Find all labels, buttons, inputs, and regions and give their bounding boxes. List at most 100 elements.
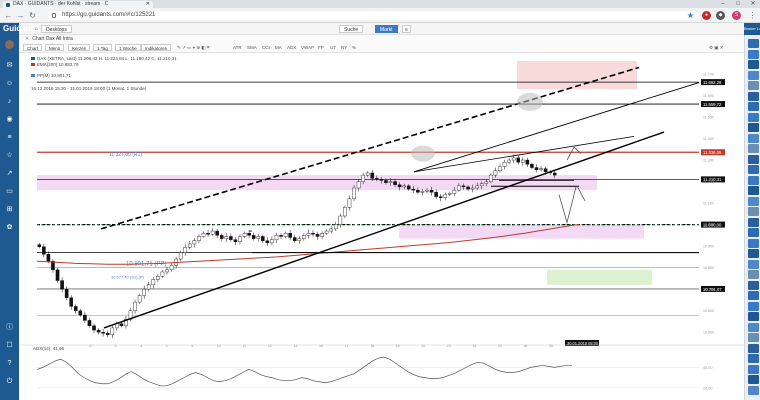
tool-adx[interactable]: ADX	[287, 44, 296, 51]
sidebar-widget-icon[interactable]	[748, 343, 759, 353]
sidebar-widget-icon[interactable]	[748, 49, 759, 59]
maximize-button[interactable]: □	[731, 0, 745, 8]
user-icon[interactable]: ☺	[5, 79, 14, 88]
sidebar-widget-icon[interactable]	[748, 364, 759, 374]
sidebar-widget-icon[interactable]	[748, 312, 759, 321]
toolbar-chart-button[interactable]: Chart	[23, 44, 43, 51]
menu-icon[interactable]: ≡	[402, 25, 411, 33]
desktops-button[interactable]: Desktops	[41, 25, 72, 33]
tab-close-icon[interactable]: ✕	[146, 1, 150, 8]
sidebar-widget-icon[interactable]	[748, 385, 759, 395]
close-window-button[interactable]: ✕	[746, 0, 760, 8]
sidebar-widget-icon[interactable]	[748, 207, 759, 216]
sidebar-widget-icon[interactable]	[748, 102, 759, 111]
sidebar-widget-icon[interactable]	[748, 375, 759, 384]
tool-ny[interactable]: NY	[341, 44, 347, 51]
forward-icon[interactable]: →	[16, 11, 25, 20]
sidebar-widget-icon[interactable]	[748, 333, 759, 342]
chart-tab[interactable]: ✕ Chart Dax All Intra	[25, 36, 73, 43]
grid-icon[interactable]: ⊞	[5, 205, 14, 214]
message-icon[interactable]: ☐	[5, 341, 14, 350]
broker-login-button[interactable]: Broker Login	[744, 23, 760, 35]
sidebar-widget-icon[interactable]	[748, 154, 759, 164]
browser-menu-icon[interactable]: ⋮	[748, 11, 757, 20]
power-icon[interactable]: ⏻	[5, 377, 14, 386]
url-field[interactable]: https://go.guidants.com/#!c/125221	[48, 11, 698, 20]
price-chart[interactable]: 11.327,80 (R1)10.801,71 (PP)10.577,40 (S…	[19, 53, 744, 400]
x-tick-label: 26	[523, 344, 527, 348]
sidebar-widget-icon[interactable]	[748, 322, 759, 332]
list-icon[interactable]: ≡	[5, 133, 14, 142]
tool-fp[interactable]: FP	[318, 44, 324, 51]
tool-atr[interactable]: ATR	[233, 44, 242, 51]
toolbar-1week-button[interactable]: 1 Woche	[115, 44, 141, 51]
chart-area[interactable]: 11.327,80 (R1) 10.801,71 (PP) 10.577,40 (S…	[19, 53, 744, 400]
sidebar-widget-icon[interactable]	[748, 249, 759, 258]
sidebar-widget-icon[interactable]	[748, 91, 759, 101]
star-icon[interactable]: ☆	[5, 151, 14, 160]
tool-sma[interactable]: SMA	[247, 44, 257, 51]
info-icon[interactable]: ⓘ	[5, 323, 14, 332]
monitor-icon[interactable]: ▭	[5, 187, 14, 196]
candle-body	[169, 265, 174, 271]
bell-icon[interactable]: ♪	[5, 97, 14, 106]
search-button[interactable]: Suche	[339, 25, 364, 33]
sidebar-widget-icon[interactable]	[748, 259, 759, 269]
chat-icon[interactable]: ✉	[5, 61, 14, 70]
sidebar-widget-icon[interactable]	[748, 144, 759, 153]
toolbar-candles-button[interactable]: Kerzen	[68, 44, 91, 51]
toolbar-indicators-button[interactable]: Indikatoren	[141, 44, 172, 51]
sidebar-widget-icon[interactable]	[748, 175, 759, 185]
sidebar-widget-icon[interactable]	[748, 270, 759, 279]
tool-cci[interactable]: CCI	[262, 44, 270, 51]
market-button[interactable]: Markt	[375, 25, 398, 33]
candle-body	[466, 186, 470, 190]
profile-avatar-icon[interactable]: S	[732, 11, 741, 20]
bookmark-star-icon[interactable]: ★	[686, 11, 695, 20]
sidebar-widget-icon[interactable]	[748, 165, 759, 174]
sidebar-widget-icon[interactable]	[748, 291, 759, 300]
sidebar-widget-icon[interactable]	[748, 186, 759, 195]
sidebar-widget-icon[interactable]	[748, 196, 759, 206]
sidebar-widget-icon[interactable]	[748, 280, 759, 290]
chart-tab-close-icon[interactable]: ✕	[25, 36, 29, 42]
sidebar-widget-icon[interactable]	[748, 217, 759, 227]
user-avatar[interactable]	[5, 40, 14, 49]
candle-body	[552, 172, 557, 176]
sidebar-widget-icon[interactable]	[748, 228, 759, 237]
sidebar-widget-icon[interactable]	[748, 133, 759, 143]
candle-body	[256, 236, 261, 239]
eye-icon[interactable]: ◉	[5, 115, 14, 124]
sidebar-widget-icon[interactable]	[748, 81, 759, 90]
sidebar-widget-icon[interactable]	[748, 238, 759, 248]
candle-body	[543, 168, 548, 173]
sidebar-widget-icon[interactable]	[748, 39, 759, 48]
tool-vwap[interactable]: VWAP	[301, 44, 314, 51]
sidebar-widget-icon[interactable]	[748, 354, 759, 363]
tool-ut[interactable]: UT	[330, 44, 336, 51]
sidebar-widget-icon[interactable]	[748, 301, 759, 311]
back-icon[interactable]: ←	[4, 11, 13, 20]
pivot-label: 11.327,80 (R1)	[109, 152, 142, 158]
sidebar-widget-icon[interactable]	[748, 112, 759, 122]
draw-tools-icon[interactable]: ✎ ↗ ▭ ⌖ ⊕ ◧ ⌗	[177, 44, 209, 51]
sidebar-widget-icon[interactable]	[748, 70, 759, 80]
sidebar-widget-icon[interactable]	[748, 60, 759, 69]
sidebar-widget-icon[interactable]	[748, 123, 759, 132]
toolbar-1day-button[interactable]: 1 Tag	[93, 44, 112, 51]
candle-body	[183, 247, 188, 253]
candle-body	[402, 185, 406, 188]
minimize-button[interactable]: –	[716, 0, 730, 8]
extension-shield-icon[interactable]: ◆	[716, 11, 725, 20]
reload-icon[interactable]: ↻	[28, 11, 37, 20]
extension-icon[interactable]: ●	[702, 11, 711, 20]
settings-icon[interactable]: ✿	[5, 223, 14, 232]
toolbar-settings-icon[interactable]: ⚙ ▣ ✕	[709, 44, 724, 51]
candle-body	[151, 279, 156, 286]
help-icon[interactable]: ?	[5, 359, 14, 368]
tool-ma[interactable]: MA	[275, 44, 282, 51]
toolbar-menu-button[interactable]: Menü	[45, 44, 65, 51]
browser-tab[interactable]: DAX · GUIDANTS · der Kohlst · stream · C…	[3, 1, 153, 8]
tool-percent[interactable]: %	[352, 44, 356, 51]
chart-icon[interactable]: ↗	[5, 169, 14, 178]
